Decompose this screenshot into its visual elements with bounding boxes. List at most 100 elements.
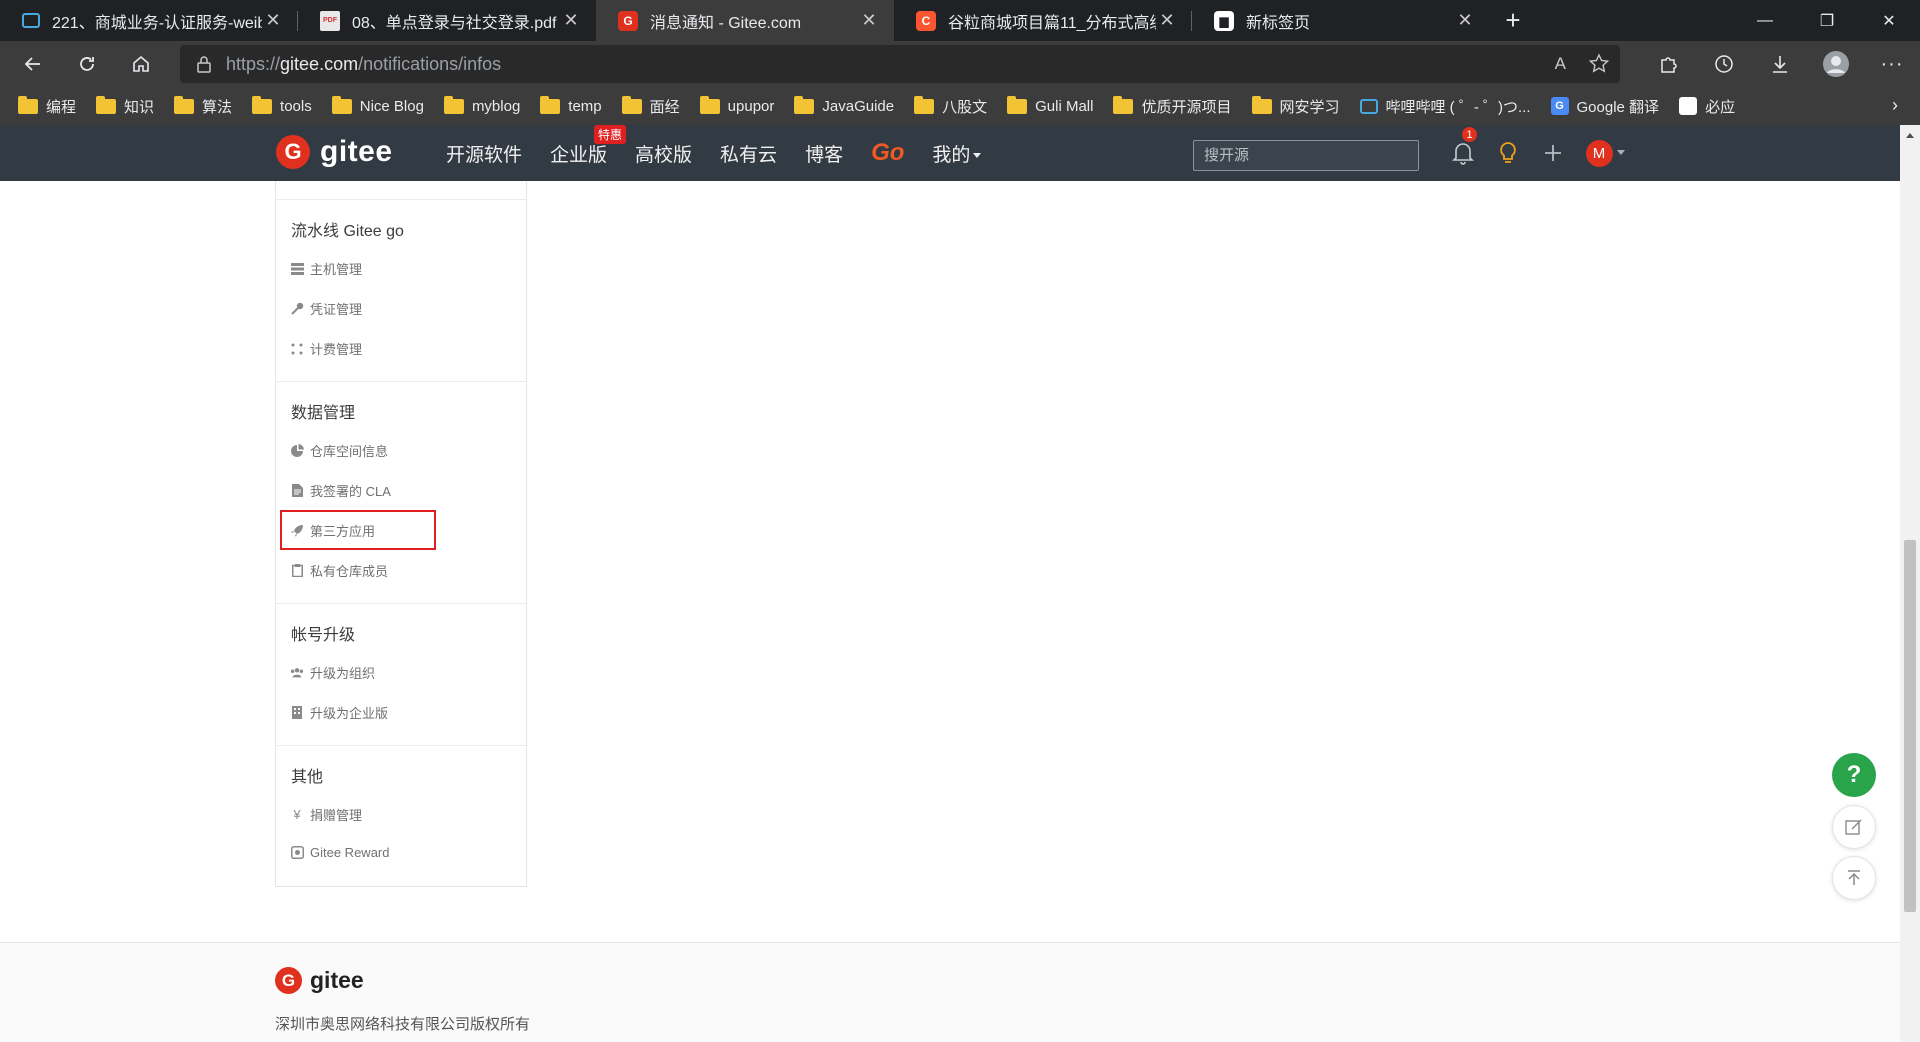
sidebar-item-private-repo-members[interactable]: 私有仓库成员 [290, 561, 388, 580]
bookmark-item[interactable]: 知识 [96, 95, 155, 117]
nav-mine[interactable]: 我的 [932, 140, 982, 167]
back-to-top-button[interactable] [1832, 856, 1876, 900]
bookmark-label: 面经 [649, 98, 680, 116]
home-button[interactable] [114, 41, 168, 87]
folder-icon [443, 95, 464, 114]
gitee-main-nav: 开源软件 企业版 特惠 高校版 私有云 博客 Go 我的 [446, 124, 1009, 181]
gitee-logo-mark: G [276, 135, 310, 169]
sidebar-item-gitee-reward[interactable]: Gitee Reward [290, 845, 389, 860]
sidebar-item-credential-management[interactable]: 凭证管理 [290, 299, 362, 318]
sidebar-item-my-cla[interactable]: 我签署的 CLA [290, 481, 391, 500]
gitee-logo[interactable]: G gitee [276, 135, 393, 169]
tips-button[interactable] [1485, 141, 1530, 165]
bookmark-label: myblog [471, 97, 521, 115]
sidebar-item-billing-management[interactable]: 计费管理 [290, 339, 362, 358]
nav-private-cloud[interactable]: 私有云 [720, 140, 777, 167]
bookmark-item[interactable]: myblog [443, 95, 521, 115]
bookmark-item[interactable]: Guli Mall [1007, 95, 1093, 115]
pie-chart-icon [290, 444, 304, 457]
tab-close-icon[interactable]: ✕ [858, 10, 880, 32]
browser-tab-1[interactable]: 221、商城业务-认证服务-weibo社 ✕ [0, 0, 298, 41]
bookmark-item[interactable]: 哔哩哔哩 ( ゜- ゜)つ... [1359, 96, 1531, 117]
divider [276, 745, 526, 746]
footer-logo-text: gitee [310, 967, 364, 993]
billing-icon [290, 343, 304, 355]
add-favorite-icon[interactable] [1588, 53, 1610, 75]
sidebar-item-label: 私有仓库成员 [310, 564, 389, 579]
more-menu-button[interactable]: ··· [1864, 53, 1920, 76]
history-icon [1715, 55, 1733, 73]
bookmark-item[interactable]: 优质开源项目 [1113, 95, 1232, 117]
close-window-button[interactable]: ✕ [1858, 0, 1920, 41]
tab-close-icon[interactable]: ✕ [560, 10, 582, 32]
nav-gitee-go[interactable]: Go [871, 139, 904, 167]
page-scrollbar[interactable] [1900, 125, 1920, 1042]
browser-tab-5[interactable]: ▆ 新标签页 ✕ [1192, 0, 1490, 41]
sidebar-item-label: 升级为企业版 [310, 706, 389, 721]
notifications-button[interactable]: 1 [1440, 127, 1485, 165]
header-actions: 1 M [1440, 125, 1635, 181]
address-bar[interactable]: https://gitee.com/notifications/infos A [180, 45, 1620, 83]
bookmark-item[interactable]: 网安学习 [1251, 95, 1340, 117]
bookmark-item[interactable]: temp [540, 95, 602, 115]
minimize-button[interactable]: — [1734, 0, 1796, 41]
help-button[interactable]: ? [1832, 753, 1876, 797]
reload-button[interactable] [60, 41, 114, 87]
key-icon [290, 302, 304, 315]
bookmark-item[interactable]: 必应 [1679, 96, 1735, 117]
tab-close-icon[interactable]: ✕ [1454, 10, 1476, 32]
sidebar-item-repo-space[interactable]: 仓库空间信息 [290, 441, 388, 460]
nav-university[interactable]: 高校版 [635, 140, 692, 167]
nav-open-source[interactable]: 开源软件 [446, 140, 522, 167]
extensions-button[interactable] [1640, 53, 1696, 75]
new-tab-icon: ▆ [1214, 10, 1234, 31]
read-aloud-icon[interactable]: A [1555, 54, 1566, 74]
chevron-down-icon [973, 152, 982, 158]
profile-button[interactable] [1808, 50, 1864, 78]
bookmark-item[interactable]: 面经 [621, 95, 680, 117]
bookmark-item[interactable]: tools [252, 95, 312, 115]
feedback-button[interactable] [1832, 805, 1876, 849]
bookmark-item[interactable]: 八股文 [914, 95, 987, 117]
sidebar-item-upgrade-to-enterprise[interactable]: 升级为企业版 [290, 703, 388, 722]
bookmark-label: upupor [727, 97, 775, 115]
scrollbar-thumb[interactable] [1904, 540, 1916, 912]
scroll-up-arrow-icon[interactable] [1906, 133, 1914, 138]
gitee-icon: G [618, 10, 638, 31]
clipboard-icon [290, 564, 304, 577]
sidebar-item-upgrade-to-org[interactable]: 升级为组织 [290, 663, 375, 682]
tab-close-icon[interactable]: ✕ [1156, 10, 1178, 32]
nav-enterprise[interactable]: 企业版 特惠 [550, 124, 627, 167]
search-input[interactable] [1193, 140, 1419, 171]
bookmark-label: 知识 [124, 98, 155, 116]
browser-tab-4[interactable]: C 谷粒商城项目篇11_分布式高级篇 ✕ [894, 0, 1192, 41]
tab-close-icon[interactable]: ✕ [262, 10, 284, 32]
browser-tab-2[interactable]: PDF 08、单点登录与社交登录.pdf ✕ [298, 0, 596, 41]
bookmark-item[interactable]: G Google 翻译 [1550, 96, 1659, 117]
url-host: gitee.com [280, 53, 359, 74]
bookmark-item[interactable]: 编程 [18, 95, 76, 117]
bookmarks-overflow-chevron-icon[interactable]: › [1892, 95, 1898, 116]
bookmark-item[interactable]: upupor [699, 95, 775, 115]
downloads-button[interactable] [1752, 53, 1808, 75]
footer-logo[interactable]: G gitee [275, 967, 364, 994]
browser-tab-strip: 221、商城业务-认证服务-weibo社 ✕ PDF 08、单点登录与社交登录.… [0, 0, 1920, 41]
folder-icon [1113, 95, 1134, 114]
history-button[interactable] [1696, 53, 1752, 75]
server-icon [290, 262, 304, 275]
sidebar-item-host-management[interactable]: 主机管理 [290, 259, 362, 278]
browser-tab-3[interactable]: G 消息通知 - Gitee.com ✕ [596, 0, 894, 41]
new-tab-button[interactable]: + [1490, 0, 1536, 41]
nav-blog[interactable]: 博客 [805, 140, 843, 167]
folder-icon [794, 95, 815, 114]
bookmark-item[interactable]: Nice Blog [331, 95, 424, 115]
sidebar-item-donation-management[interactable]: ¥ 捐赠管理 [290, 805, 362, 824]
bookmark-item[interactable]: JavaGuide [794, 95, 894, 115]
restore-button[interactable]: ❐ [1796, 0, 1858, 41]
create-button[interactable] [1530, 143, 1575, 163]
highlight-annotation [280, 510, 436, 550]
bookmark-item[interactable]: 算法 [174, 95, 232, 117]
bilibili-icon [1359, 98, 1378, 114]
back-button[interactable] [6, 41, 60, 87]
user-menu[interactable]: M [1575, 139, 1635, 167]
